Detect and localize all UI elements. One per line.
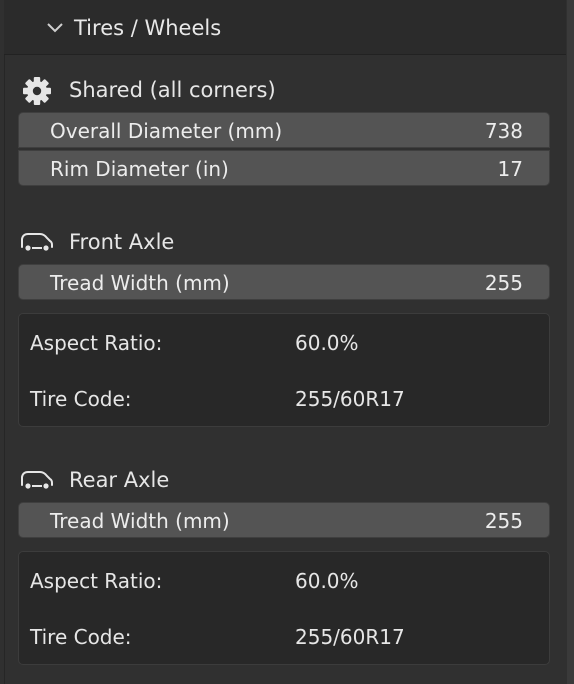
rim-diameter-field[interactable]: Rim Diameter (in) 17 (18, 150, 550, 186)
car-icon (21, 471, 53, 489)
rear-aspect-ratio-label: Aspect Ratio: (30, 569, 163, 593)
overall-diameter-label: Overall Diameter (mm) (50, 119, 283, 143)
rim-diameter-value: 17 (497, 157, 523, 181)
front-tire-code-value: 255/60R17 (295, 387, 405, 411)
overall-diameter-value: 738 (484, 119, 523, 143)
front-aspect-ratio-label: Aspect Ratio: (30, 331, 163, 355)
rear-aspect-ratio-value: 60.0% (295, 569, 359, 593)
front-info-box: Aspect Ratio: 60.0% Tire Code: 255/60R17 (18, 313, 550, 427)
chevron-down-icon[interactable] (46, 21, 64, 35)
rear-axle-label: Rear Axle (69, 468, 170, 492)
front-tread-width-field[interactable]: Tread Width (mm) 255 (18, 264, 550, 300)
front-tread-width-label: Tread Width (mm) (50, 271, 230, 295)
front-tire-code-label: Tire Code: (30, 387, 132, 411)
rear-tread-width-field[interactable]: Tread Width (mm) 255 (18, 502, 550, 538)
panel-title: Tires / Wheels (74, 16, 222, 40)
front-axle-label: Front Axle (69, 230, 175, 254)
gear-icon (23, 77, 51, 105)
rear-tread-width-label: Tread Width (mm) (50, 509, 230, 533)
panel-header[interactable]: Tires / Wheels (4, 0, 566, 55)
panel-scroll-edge (567, 0, 574, 684)
rear-tire-code-label: Tire Code: (30, 625, 132, 649)
front-tread-width-value: 255 (484, 271, 523, 295)
overall-diameter-field[interactable]: Overall Diameter (mm) 738 (18, 112, 550, 148)
front-aspect-ratio-value: 60.0% (295, 331, 359, 355)
rear-tire-code-value: 255/60R17 (295, 625, 405, 649)
shared-section-label: Shared (all corners) (69, 78, 276, 102)
rear-info-box: Aspect Ratio: 60.0% Tire Code: 255/60R17 (18, 551, 550, 665)
car-icon (21, 233, 53, 251)
rim-diameter-label: Rim Diameter (in) (50, 157, 229, 181)
rear-tread-width-value: 255 (484, 509, 523, 533)
